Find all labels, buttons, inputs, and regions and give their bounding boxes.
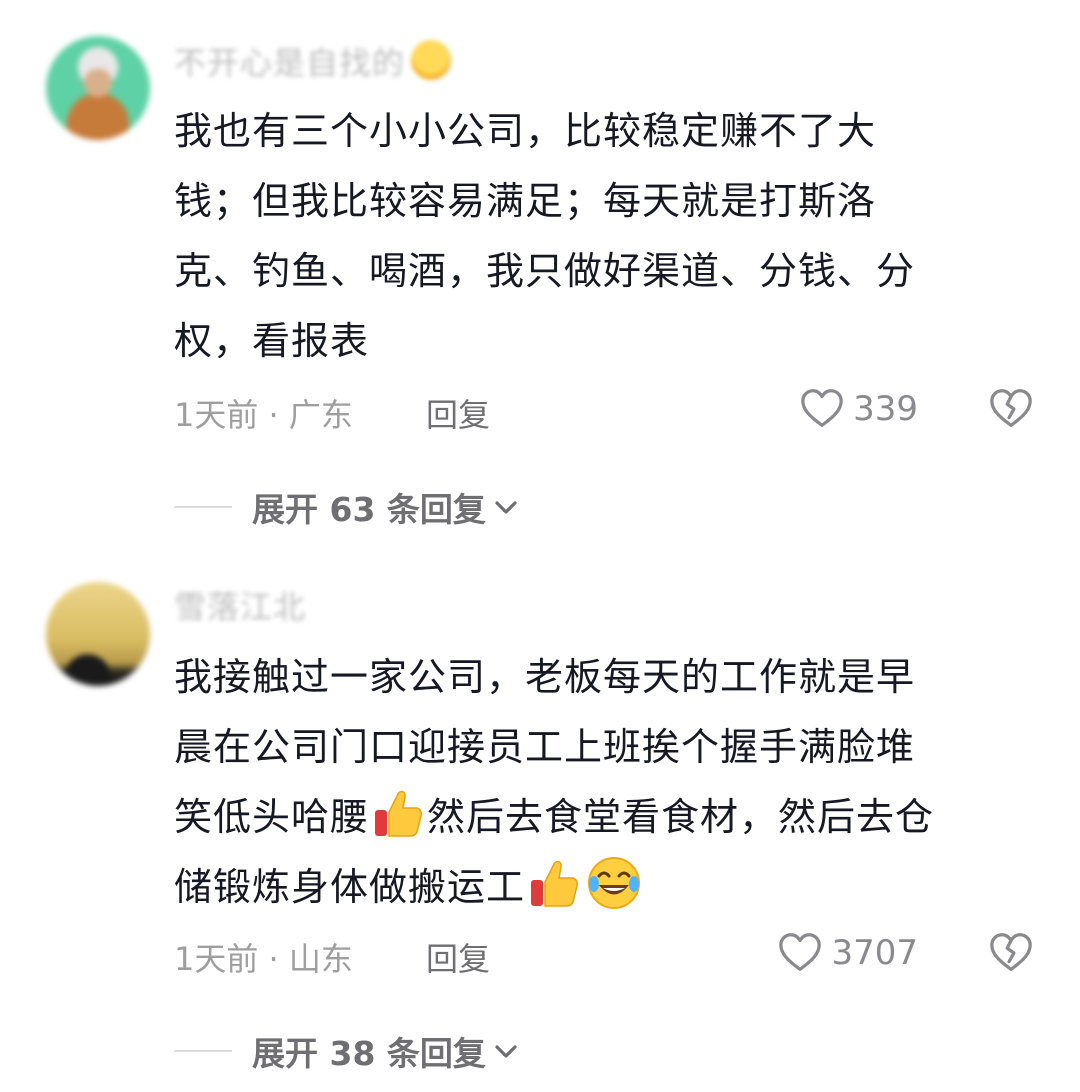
- comment-text: 我也有三个小小公司，比较稳定赚不了大 钱；但我比较容易满足；每天就是打斯洛 克、…: [174, 96, 1034, 376]
- comment-meta: 1天前 · 山东 回复 3707: [174, 928, 1034, 978]
- grin-emoji-icon: [411, 40, 452, 80]
- username[interactable]: 不开心是自找的: [174, 38, 452, 84]
- avatar[interactable]: [46, 36, 150, 140]
- avatar[interactable]: [46, 582, 150, 686]
- like-count: 339: [853, 389, 918, 429]
- divider: [174, 506, 232, 508]
- comment-text-line: 储锻炼身体做搬运工: [174, 852, 1034, 922]
- comment-text-span: 笑低头哈腰: [174, 795, 370, 839]
- expand-replies-label[interactable]: 展开 63 条回复: [252, 483, 486, 531]
- heart-outline-icon: [801, 389, 843, 427]
- reply-button[interactable]: 回复: [426, 934, 490, 980]
- like-button[interactable]: 339: [799, 384, 918, 434]
- comment-text: 我接触过一家公司，老板每天的工作就是早 晨在公司门口迎接员工上班挨个握手满脸堆 …: [174, 642, 1034, 922]
- like-button[interactable]: 3707: [777, 928, 918, 978]
- comment-text-line: 我也有三个小小公司，比较稳定赚不了大: [174, 109, 877, 153]
- comment-meta: 1天前 · 广东 回复 339: [174, 384, 1034, 434]
- username-text: 雪落江北: [174, 588, 307, 626]
- heart-outline-icon: [779, 933, 822, 971]
- comment-text-line: 晨在公司门口迎接员工上班挨个握手满脸堆: [174, 725, 916, 769]
- dislike-button[interactable]: [988, 928, 1034, 978]
- comment-text-line: 笑低头哈腰 然后去食堂看食材，然后去仓: [174, 782, 1034, 852]
- comment-text-span: 储锻炼身体做搬运工: [174, 865, 526, 909]
- broken-heart-icon: [990, 933, 1032, 971]
- thumbs-up-emoji-icon: [375, 790, 423, 837]
- reply-button[interactable]: 回复: [426, 390, 490, 436]
- time-location: 1天前 · 山东: [174, 940, 353, 978]
- username[interactable]: 雪落江北: [174, 582, 306, 628]
- expand-replies[interactable]: 展开 38 条回复: [174, 1026, 522, 1076]
- chevron-down-icon[interactable]: [490, 1035, 522, 1067]
- chevron-down-icon[interactable]: [490, 491, 522, 523]
- username-text: 不开心是自找的: [174, 44, 406, 82]
- time-location: 1天前 · 广东: [174, 396, 353, 434]
- comment-text-line: 我接触过一家公司，老板每天的工作就是早: [174, 655, 916, 699]
- dislike-button[interactable]: [988, 384, 1034, 434]
- expand-replies-label[interactable]: 展开 38 条回复: [252, 1027, 486, 1075]
- comment-text-span: 然后去食堂看食材，然后去仓: [427, 795, 935, 839]
- comment-text-line: 权，看报表: [174, 319, 370, 363]
- like-count: 3707: [831, 933, 918, 973]
- broken-heart-icon: [990, 389, 1032, 427]
- rofl-emoji-icon: [588, 857, 641, 909]
- comment-text-line: 钱；但我比较容易满足；每天就是打斯洛: [174, 179, 877, 223]
- thumbs-up-emoji-icon: [531, 860, 579, 907]
- expand-replies[interactable]: 展开 63 条回复: [174, 482, 522, 532]
- comment-text-line: 克、钓鱼、喝酒，我只做好渠道、分钱、分: [174, 249, 916, 293]
- divider: [174, 1050, 232, 1052]
